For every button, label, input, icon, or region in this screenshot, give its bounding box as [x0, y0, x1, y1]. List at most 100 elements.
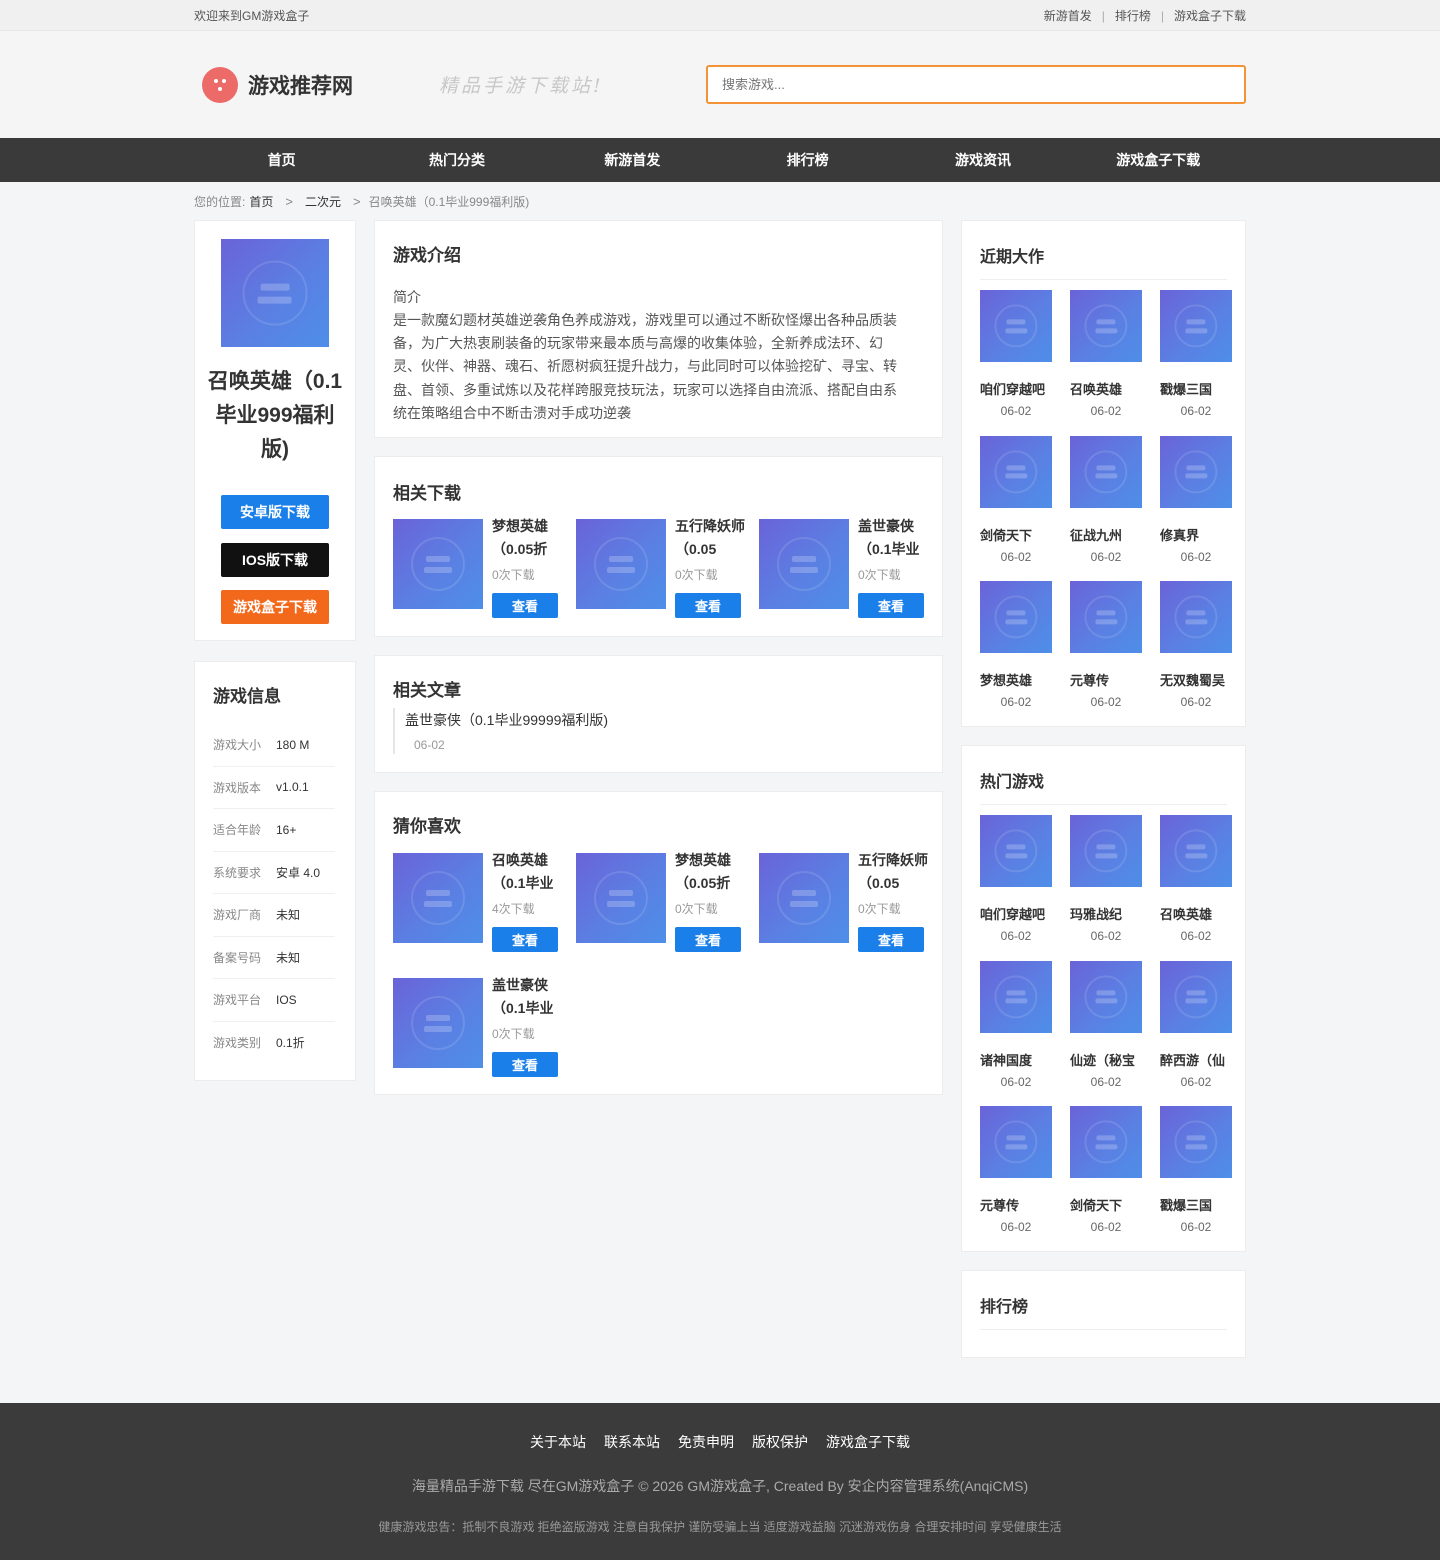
side-game-item[interactable]: 戳爆三国 06-02 — [1160, 290, 1232, 418]
download-item-thumb[interactable] — [759, 519, 849, 609]
footer-link-disclaimer[interactable]: 免责申明 — [678, 1432, 734, 1452]
side-game-name[interactable]: 元尊传 — [1070, 670, 1142, 689]
view-button[interactable]: 查看 — [858, 593, 924, 618]
side-game-name[interactable]: 征战九州 — [1070, 525, 1142, 544]
top-link-rank[interactable]: 排行榜 — [1115, 7, 1151, 24]
side-game-thumb[interactable] — [1160, 960, 1232, 1033]
side-game-name[interactable]: 剑倚天下 — [980, 525, 1052, 544]
side-game-thumb[interactable] — [980, 290, 1052, 362]
side-game-thumb[interactable] — [980, 435, 1052, 508]
footer-link-box[interactable]: 游戏盒子下载 — [826, 1432, 910, 1452]
side-game-item[interactable]: 诸神国度 06-02 — [980, 960, 1052, 1089]
view-button[interactable]: 查看 — [492, 593, 558, 618]
side-game-thumb[interactable] — [1070, 815, 1142, 887]
view-button[interactable]: 查看 — [492, 927, 558, 952]
nav-hot-category[interactable]: 热门分类 — [369, 150, 544, 170]
side-game-item[interactable]: 仙迹（秘宝 06-02 — [1070, 960, 1142, 1089]
search-box[interactable] — [706, 65, 1246, 104]
nav-news[interactable]: 游戏资讯 — [895, 150, 1070, 170]
download-item-thumb[interactable] — [759, 853, 849, 943]
download-item[interactable]: 盖世豪侠（0.1毕业 0次下载 查看 — [393, 977, 563, 1078]
side-game-name[interactable]: 戳爆三国 — [1160, 379, 1232, 398]
side-game-thumb[interactable] — [1160, 435, 1232, 508]
side-game-item[interactable]: 咱们穿越吧 06-02 — [980, 290, 1052, 418]
download-item[interactable]: 梦想英雄（0.05折 0次下载 查看 — [576, 852, 746, 953]
side-game-thumb[interactable] — [980, 1106, 1052, 1178]
view-button[interactable]: 查看 — [675, 927, 741, 952]
side-game-thumb[interactable] — [980, 815, 1052, 887]
side-game-item[interactable]: 元尊传 06-02 — [1070, 581, 1142, 709]
nav-ranking[interactable]: 排行榜 — [720, 150, 895, 170]
download-item-name[interactable]: 盖世豪侠（0.1毕业 — [492, 974, 564, 1020]
download-item[interactable]: 五行降妖师（0.05 0次下载 查看 — [759, 852, 929, 953]
site-logo[interactable]: 游戏推荐网 — [202, 66, 353, 103]
side-game-item[interactable]: 召唤英雄 06-02 — [1070, 290, 1142, 418]
side-game-item[interactable]: 醉西游（仙 06-02 — [1160, 960, 1232, 1089]
side-game-name[interactable]: 仙迹（秘宝 — [1070, 1050, 1142, 1069]
footer-link-contact[interactable]: 联系本站 — [604, 1432, 660, 1452]
side-game-item[interactable]: 玛雅战纪 06-02 — [1070, 815, 1142, 943]
side-game-item[interactable]: 剑倚天下 06-02 — [980, 435, 1052, 564]
view-button[interactable]: 查看 — [492, 1052, 558, 1077]
search-input[interactable] — [722, 77, 1230, 92]
breadcrumb-category[interactable]: 二次元 — [305, 193, 341, 210]
side-game-thumb[interactable] — [1070, 1106, 1142, 1178]
footer-link-about[interactable]: 关于本站 — [530, 1432, 586, 1452]
top-link-box[interactable]: 游戏盒子下载 — [1174, 7, 1246, 24]
download-item-name[interactable]: 盖世豪侠（0.1毕业 — [858, 515, 930, 561]
side-game-name[interactable]: 召唤英雄 — [1070, 379, 1142, 398]
side-game-thumb[interactable] — [1160, 1106, 1232, 1178]
download-item-name[interactable]: 梦想英雄（0.05折 — [675, 849, 747, 895]
download-item[interactable]: 盖世豪侠（0.1毕业 0次下载 查看 — [759, 518, 929, 619]
side-game-item[interactable]: 召唤英雄 06-02 — [1160, 815, 1232, 943]
nav-new-games[interactable]: 新游首发 — [545, 150, 720, 170]
ios-download-button[interactable]: IOS版下载 — [221, 543, 329, 577]
side-game-thumb[interactable] — [1160, 290, 1232, 362]
download-item-thumb[interactable] — [576, 519, 666, 609]
download-item-thumb[interactable] — [393, 519, 483, 609]
side-game-thumb[interactable] — [1070, 290, 1142, 362]
view-button[interactable]: 查看 — [675, 593, 741, 618]
side-game-name[interactable]: 咱们穿越吧 — [980, 379, 1052, 398]
side-game-name[interactable]: 元尊传 — [980, 1195, 1052, 1214]
download-item-name[interactable]: 梦想英雄（0.05折 — [492, 515, 564, 561]
download-item[interactable]: 五行降妖师（0.05 0次下载 查看 — [576, 518, 746, 619]
side-game-name[interactable]: 梦想英雄 — [980, 670, 1052, 689]
article-item[interactable]: 盖世豪侠（0.1毕业99999福利版) 06-02 — [393, 708, 608, 754]
side-game-item[interactable]: 咱们穿越吧 06-02 — [980, 815, 1052, 943]
download-item-thumb[interactable] — [576, 853, 666, 943]
box-download-button[interactable]: 游戏盒子下载 — [221, 590, 329, 624]
download-item[interactable]: 梦想英雄（0.05折 0次下载 查看 — [393, 518, 563, 619]
side-game-name[interactable]: 戳爆三国 — [1160, 1195, 1232, 1214]
footer-link-copyright[interactable]: 版权保护 — [752, 1432, 808, 1452]
side-game-name[interactable]: 醉西游（仙 — [1160, 1050, 1232, 1069]
side-game-item[interactable]: 元尊传 06-02 — [980, 1106, 1052, 1234]
download-item[interactable]: 召唤英雄（0.1毕业 4次下载 查看 — [393, 852, 563, 953]
side-game-thumb[interactable] — [1070, 435, 1142, 508]
side-game-item[interactable]: 征战九州 06-02 — [1070, 435, 1142, 564]
download-item-name[interactable]: 召唤英雄（0.1毕业 — [492, 849, 564, 895]
side-game-name[interactable]: 剑倚天下 — [1070, 1195, 1142, 1214]
nav-box-download[interactable]: 游戏盒子下载 — [1071, 150, 1246, 170]
nav-home[interactable]: 首页 — [194, 150, 369, 170]
side-game-name[interactable]: 诸神国度 — [980, 1050, 1052, 1069]
view-button[interactable]: 查看 — [858, 927, 924, 952]
side-game-item[interactable]: 剑倚天下 06-02 — [1070, 1106, 1142, 1234]
side-game-name[interactable]: 玛雅战纪 — [1070, 904, 1142, 923]
side-game-thumb[interactable] — [1070, 960, 1142, 1033]
android-download-button[interactable]: 安卓版下载 — [221, 495, 329, 529]
side-game-name[interactable]: 召唤英雄 — [1160, 904, 1232, 923]
download-item-thumb[interactable] — [393, 978, 483, 1068]
side-game-thumb[interactable] — [980, 960, 1052, 1033]
side-game-thumb[interactable] — [980, 581, 1052, 653]
side-game-item[interactable]: 戳爆三国 06-02 — [1160, 1106, 1232, 1234]
download-item-thumb[interactable] — [393, 853, 483, 943]
download-item-name[interactable]: 五行降妖师（0.05 — [858, 849, 930, 895]
side-game-thumb[interactable] — [1160, 815, 1232, 887]
article-title[interactable]: 盖世豪侠（0.1毕业99999福利版) — [405, 710, 608, 730]
side-game-name[interactable]: 咱们穿越吧 — [980, 904, 1052, 923]
side-game-item[interactable]: 梦想英雄 06-02 — [980, 581, 1052, 709]
side-game-name[interactable]: 修真界 — [1160, 525, 1232, 544]
side-game-thumb[interactable] — [1070, 581, 1142, 653]
side-game-thumb[interactable] — [1160, 581, 1232, 653]
